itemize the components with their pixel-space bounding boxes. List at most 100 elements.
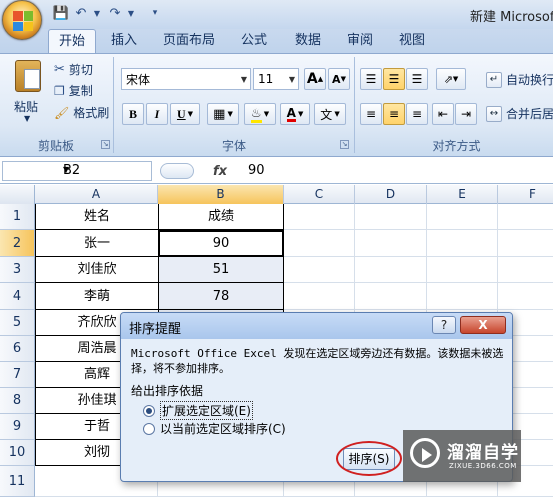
redo-dropdown-icon[interactable]: ▼ [122, 4, 140, 22]
format-painter-label: 格式刷 [73, 106, 110, 120]
font-launcher-icon[interactable]: ↘ [340, 140, 349, 149]
radio-current-selection[interactable]: 以当前选定区域排序(C) [143, 420, 286, 437]
cell-d3[interactable] [355, 257, 427, 283]
formula-input[interactable]: 90 [248, 163, 265, 178]
dialog-close-button[interactable]: X [460, 316, 506, 334]
cell-b1[interactable]: 成绩 [158, 204, 284, 230]
borders-icon: ▦ [213, 106, 226, 122]
font-size-combo[interactable]: 11 ▼ [253, 68, 299, 90]
row-header[interactable]: 6 [0, 336, 35, 362]
cell-f2[interactable] [498, 230, 553, 257]
cell-e2[interactable] [427, 230, 498, 257]
column-header-e[interactable]: E [427, 185, 498, 204]
row-header[interactable]: 2 [0, 230, 35, 257]
increase-indent-button[interactable]: ⇥ [455, 103, 477, 125]
tab-insert[interactable]: 插入 [102, 29, 146, 53]
customize-qat-icon[interactable]: ▾ [146, 4, 164, 22]
tab-home[interactable]: 开始 [48, 29, 96, 54]
select-all-corner[interactable] [0, 185, 35, 204]
align-bottom-icon: ☰ [411, 72, 423, 86]
tab-view[interactable]: 视图 [390, 29, 434, 53]
radio-expand-label: 扩展选定区域(E) [160, 401, 253, 420]
column-header-b[interactable]: B [158, 185, 284, 204]
cell-c1[interactable] [284, 204, 355, 230]
row-header[interactable]: 9 [0, 414, 35, 440]
row-header[interactable]: 5 [0, 310, 35, 336]
cell-f3[interactable] [498, 257, 553, 283]
name-box[interactable]: B2 ▼ [2, 161, 152, 181]
font-name-combo[interactable]: 宋体 ▼ [121, 68, 251, 90]
cell-a2[interactable]: 张一 [35, 230, 158, 257]
clipboard-launcher-icon[interactable]: ↘ [101, 140, 110, 149]
font-color-button[interactable]: A ▼ [280, 103, 310, 125]
fill-color-button[interactable]: ♨ ▼ [244, 103, 276, 125]
format-painter-button[interactable]: 🖌 格式刷 [54, 104, 109, 121]
column-header-a[interactable]: A [35, 185, 158, 204]
decrease-indent-icon: ⇤ [437, 107, 449, 121]
tab-formulas[interactable]: 公式 [232, 29, 276, 53]
wrap-text-button[interactable]: ↵ 自动换行 [486, 71, 553, 88]
undo-dropdown-icon[interactable]: ▼ [88, 4, 106, 22]
column-header-f[interactable]: F [498, 185, 553, 204]
decrease-indent-button[interactable]: ⇤ [432, 103, 454, 125]
tab-review[interactable]: 审阅 [338, 29, 382, 53]
align-middle-button[interactable]: ☰ [383, 68, 405, 90]
play-logo-icon [410, 438, 440, 468]
row-header[interactable]: 8 [0, 388, 35, 414]
column-header-c[interactable]: C [284, 185, 355, 204]
copy-button[interactable]: ❐ 复制 [54, 82, 93, 99]
bold-button[interactable]: B [122, 103, 144, 125]
cell-a4[interactable]: 李萌 [35, 283, 158, 310]
align-bottom-button[interactable]: ☰ [406, 68, 428, 90]
cell-f4[interactable] [498, 283, 553, 310]
phonetic-button[interactable]: 文 ▼ [314, 103, 346, 125]
tab-data[interactable]: 数据 [286, 29, 330, 53]
row-header[interactable]: 3 [0, 257, 35, 283]
cell-d4[interactable] [355, 283, 427, 310]
dialog-title: 排序提醒 [129, 322, 182, 337]
cell-c4[interactable] [284, 283, 355, 310]
save-icon[interactable]: 💾 [52, 4, 70, 22]
cell-d1[interactable] [355, 204, 427, 230]
row-header[interactable]: 10 [0, 440, 35, 466]
shrink-font-button[interactable]: A ▼ [328, 68, 350, 90]
row-header[interactable]: 7 [0, 362, 35, 388]
cell-a1[interactable]: 姓名 [35, 204, 158, 230]
align-center-button[interactable]: ≡ [383, 103, 405, 125]
align-right-button[interactable]: ≡ [406, 103, 428, 125]
cut-button[interactable]: ✂ 剪切 [54, 61, 93, 78]
tab-page-layout[interactable]: 页面布局 [158, 29, 220, 53]
paste-button[interactable]: 粘贴 ▼ [10, 58, 46, 128]
borders-button[interactable]: ▦ ▼ [207, 103, 239, 125]
row-header[interactable]: 11 [0, 466, 35, 497]
row-header[interactable]: 4 [0, 283, 35, 310]
dialog-help-button[interactable]: ? [432, 316, 456, 334]
cell-e1[interactable] [427, 204, 498, 230]
cell-e4[interactable] [427, 283, 498, 310]
underline-button[interactable]: U ▼ [170, 103, 200, 125]
merge-center-button[interactable]: ↔ 合并后居 [486, 105, 553, 122]
align-left-button[interactable]: ≡ [360, 103, 382, 125]
cell-f1[interactable] [498, 204, 553, 230]
formula-bar-expand-handle[interactable] [160, 163, 194, 179]
cell-a3[interactable]: 刘佳欣 [35, 257, 158, 283]
cell-b2[interactable]: 90 [158, 230, 284, 257]
paste-icon [15, 60, 41, 92]
orientation-button[interactable]: ⇗ ▼ [436, 68, 466, 90]
shrink-font-icon: A [332, 72, 341, 86]
copy-icon: ❐ [54, 83, 65, 98]
column-header-d[interactable]: D [355, 185, 427, 204]
cell-c2[interactable] [284, 230, 355, 257]
cell-e3[interactable] [427, 257, 498, 283]
office-button[interactable] [2, 0, 42, 40]
cell-b4[interactable]: 78 [158, 283, 284, 310]
row-header[interactable]: 1 [0, 204, 35, 230]
grow-font-button[interactable]: A ▲ [304, 68, 326, 90]
radio-expand-selection[interactable]: 扩展选定区域(E) [143, 401, 253, 420]
align-top-button[interactable]: ☰ [360, 68, 382, 90]
italic-button[interactable]: I [146, 103, 168, 125]
cell-c3[interactable] [284, 257, 355, 283]
cell-d2[interactable] [355, 230, 427, 257]
insert-function-button[interactable]: fx [200, 159, 240, 183]
cell-b3[interactable]: 51 [158, 257, 284, 283]
